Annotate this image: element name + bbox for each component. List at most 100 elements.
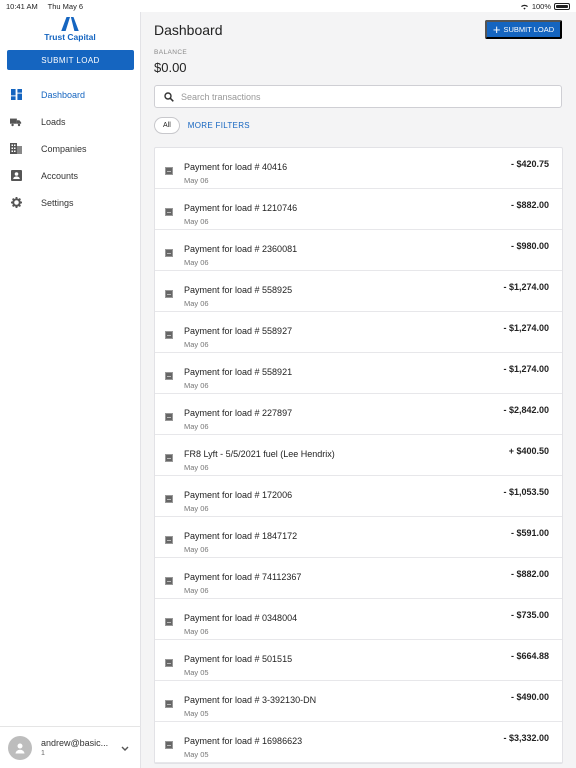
- transaction-title: Payment for load # 1210746: [184, 203, 298, 213]
- user-email: andrew@basic...: [41, 738, 109, 748]
- document-icon: [165, 413, 173, 421]
- transaction-row[interactable]: Payment for load # 172006 May 06 - $1,053.…: [155, 476, 562, 517]
- person-icon: [15, 743, 25, 753]
- transaction-row[interactable]: Payment for load # 2360081 May 06 - $980.0…: [155, 230, 562, 271]
- document-icon: [165, 372, 173, 380]
- balance-label: BALANCE: [154, 49, 188, 56]
- transaction-row[interactable]: Payment for load # 0348004 May 06 - $735.0…: [155, 599, 562, 640]
- transaction-amount: - $882.00: [510, 200, 549, 210]
- transaction-date: May 06: [184, 422, 209, 431]
- transaction-row[interactable]: Payment for load # 74112367 May 06 - $882.…: [155, 558, 562, 599]
- document-icon: [165, 618, 173, 626]
- transaction-date: May 06: [184, 545, 209, 554]
- sidebar-item-dashboard[interactable]: Dashboard: [0, 81, 141, 108]
- balance-value: $0.00: [154, 60, 187, 75]
- transaction-date: May 06: [184, 627, 209, 636]
- status-date: Thu May 6: [47, 1, 84, 11]
- sidebar-nav: Dashboard Loads Companies Accounts Setti…: [0, 81, 141, 216]
- status-time: 10:41 AM: [6, 1, 38, 11]
- plus-icon: +: [492, 21, 501, 37]
- brand-logo-icon: [61, 17, 79, 31]
- user-menu[interactable]: andrew@basic... 1: [0, 726, 141, 768]
- transaction-row[interactable]: Payment for load # 227897 May 06 - $2,842.…: [155, 394, 562, 435]
- document-icon: [165, 577, 173, 585]
- wifi-icon: [520, 4, 528, 10]
- sidebar-item-label: Accounts: [41, 170, 79, 181]
- brand-name: Trust Capital: [44, 32, 96, 42]
- transaction-list: Payment for load # 40416 May 06- $420.75 P…: [154, 147, 563, 764]
- filter-bar: All MORE FILTERS: [154, 117, 250, 134]
- transaction-title: Payment for load # 501515: [184, 654, 293, 664]
- transaction-amount: - $1,274.00: [503, 282, 549, 292]
- transaction-title: Payment for load # 2360081: [184, 244, 298, 254]
- transaction-row[interactable]: Payment for load # 558921 May 06 - $1,274.…: [155, 353, 562, 394]
- document-icon: [165, 249, 173, 257]
- transaction-row[interactable]: Payment for load # 558927 May 06 - $1,274.…: [155, 312, 562, 353]
- document-icon: [165, 454, 173, 462]
- transaction-title: Payment for load # 227897: [184, 408, 293, 418]
- sidebar: Trust Capital SUBMIT LOAD Dashboard Load…: [0, 12, 141, 768]
- transaction-row[interactable]: Payment for load # 501515 May 05 - $664.88: [155, 640, 562, 681]
- transaction-amount: + $400.50: [508, 446, 549, 456]
- sidebar-item-settings[interactable]: Settings: [0, 189, 141, 216]
- transaction-row[interactable]: Payment for load # 1847172 May 06 - $591.0…: [155, 517, 562, 558]
- sidebar-item-label: Loads: [41, 116, 66, 127]
- logo[interactable]: Trust Capital: [0, 12, 140, 44]
- transaction-amount: - $664.88: [510, 651, 549, 661]
- document-icon: [165, 167, 173, 175]
- transaction-amount: - $2,842.00: [503, 405, 549, 415]
- transaction-date: May 06: [184, 258, 209, 267]
- status-bar: 10:41 AM Thu May 6 100%: [0, 0, 576, 12]
- transaction-row[interactable]: Payment for load # 3-392130-DN May 05 - $4…: [155, 681, 562, 722]
- transaction-title: Payment for load # 0348004: [184, 613, 298, 623]
- more-filters-link[interactable]: MORE FILTERS: [188, 121, 250, 130]
- transaction-title: Payment for load # 172006: [184, 490, 293, 500]
- sidebar-item-companies[interactable]: Companies: [0, 135, 141, 162]
- transaction-amount: - $1,274.00: [503, 364, 549, 374]
- transaction-row[interactable]: Payment for load # 1210746 May 06 - $882.0…: [155, 189, 562, 230]
- transaction-amount: - $490.00: [510, 692, 549, 702]
- transaction-date: May 05: [184, 750, 209, 759]
- chevron-down-icon[interactable]: [121, 739, 129, 757]
- submit-load-label: SUBMIT LOAD: [503, 25, 555, 34]
- battery-percent: 100%: [531, 1, 551, 11]
- document-icon: [165, 536, 173, 544]
- search-box[interactable]: [154, 85, 562, 108]
- document-icon: [165, 659, 173, 667]
- transaction-title: Payment for load # 558921: [184, 367, 293, 377]
- transaction-date: May 06: [184, 381, 209, 390]
- search-input[interactable]: [181, 91, 541, 102]
- transaction-row[interactable]: Payment for load # 558925 May 06 - $1,274.…: [155, 271, 562, 312]
- transaction-date: May 05: [184, 709, 209, 718]
- account-icon: [10, 170, 22, 182]
- transaction-row[interactable]: Payment for load # 40416 May 06 - $420.75: [155, 148, 562, 189]
- filter-chip-all[interactable]: All: [154, 117, 180, 134]
- transaction-title: Payment for load # 74112367: [184, 572, 302, 582]
- sidebar-item-accounts[interactable]: Accounts: [0, 162, 141, 189]
- transaction-title: Payment for load # 16986623: [184, 736, 303, 746]
- document-icon: [165, 700, 173, 708]
- transaction-title: Payment for load # 1847172: [184, 531, 298, 541]
- transaction-date: May 06: [184, 299, 209, 308]
- document-icon: [165, 290, 173, 298]
- document-icon: [165, 331, 173, 339]
- transaction-amount: - $980.00: [510, 241, 549, 251]
- submit-load-button-sidebar[interactable]: SUBMIT LOAD: [7, 50, 134, 70]
- transaction-date: May 06: [184, 504, 209, 513]
- sidebar-item-label: Settings: [41, 197, 74, 208]
- user-subtitle: 1: [41, 750, 45, 757]
- submit-load-button[interactable]: + SUBMIT LOAD: [485, 20, 562, 39]
- transaction-date: May 06: [184, 463, 209, 472]
- transaction-row[interactable]: FR8 Lyft - 5/5/2021 fuel (Lee Hendrix) Ma…: [155, 435, 562, 476]
- transaction-row[interactable]: Payment for load # 16986623 May 05 - $3,33…: [155, 722, 562, 763]
- dashboard-icon: [10, 89, 22, 101]
- transaction-date: May 05: [184, 668, 209, 677]
- transaction-amount: - $591.00: [510, 528, 549, 538]
- sidebar-item-loads[interactable]: Loads: [0, 108, 141, 135]
- transaction-date: May 06: [184, 340, 209, 349]
- transaction-amount: - $882.00: [510, 569, 549, 579]
- transaction-amount: - $1,053.50: [503, 487, 549, 497]
- transaction-date: May 06: [184, 176, 209, 185]
- sidebar-item-label: Companies: [41, 143, 87, 154]
- transaction-amount: - $3,332.00: [503, 733, 549, 743]
